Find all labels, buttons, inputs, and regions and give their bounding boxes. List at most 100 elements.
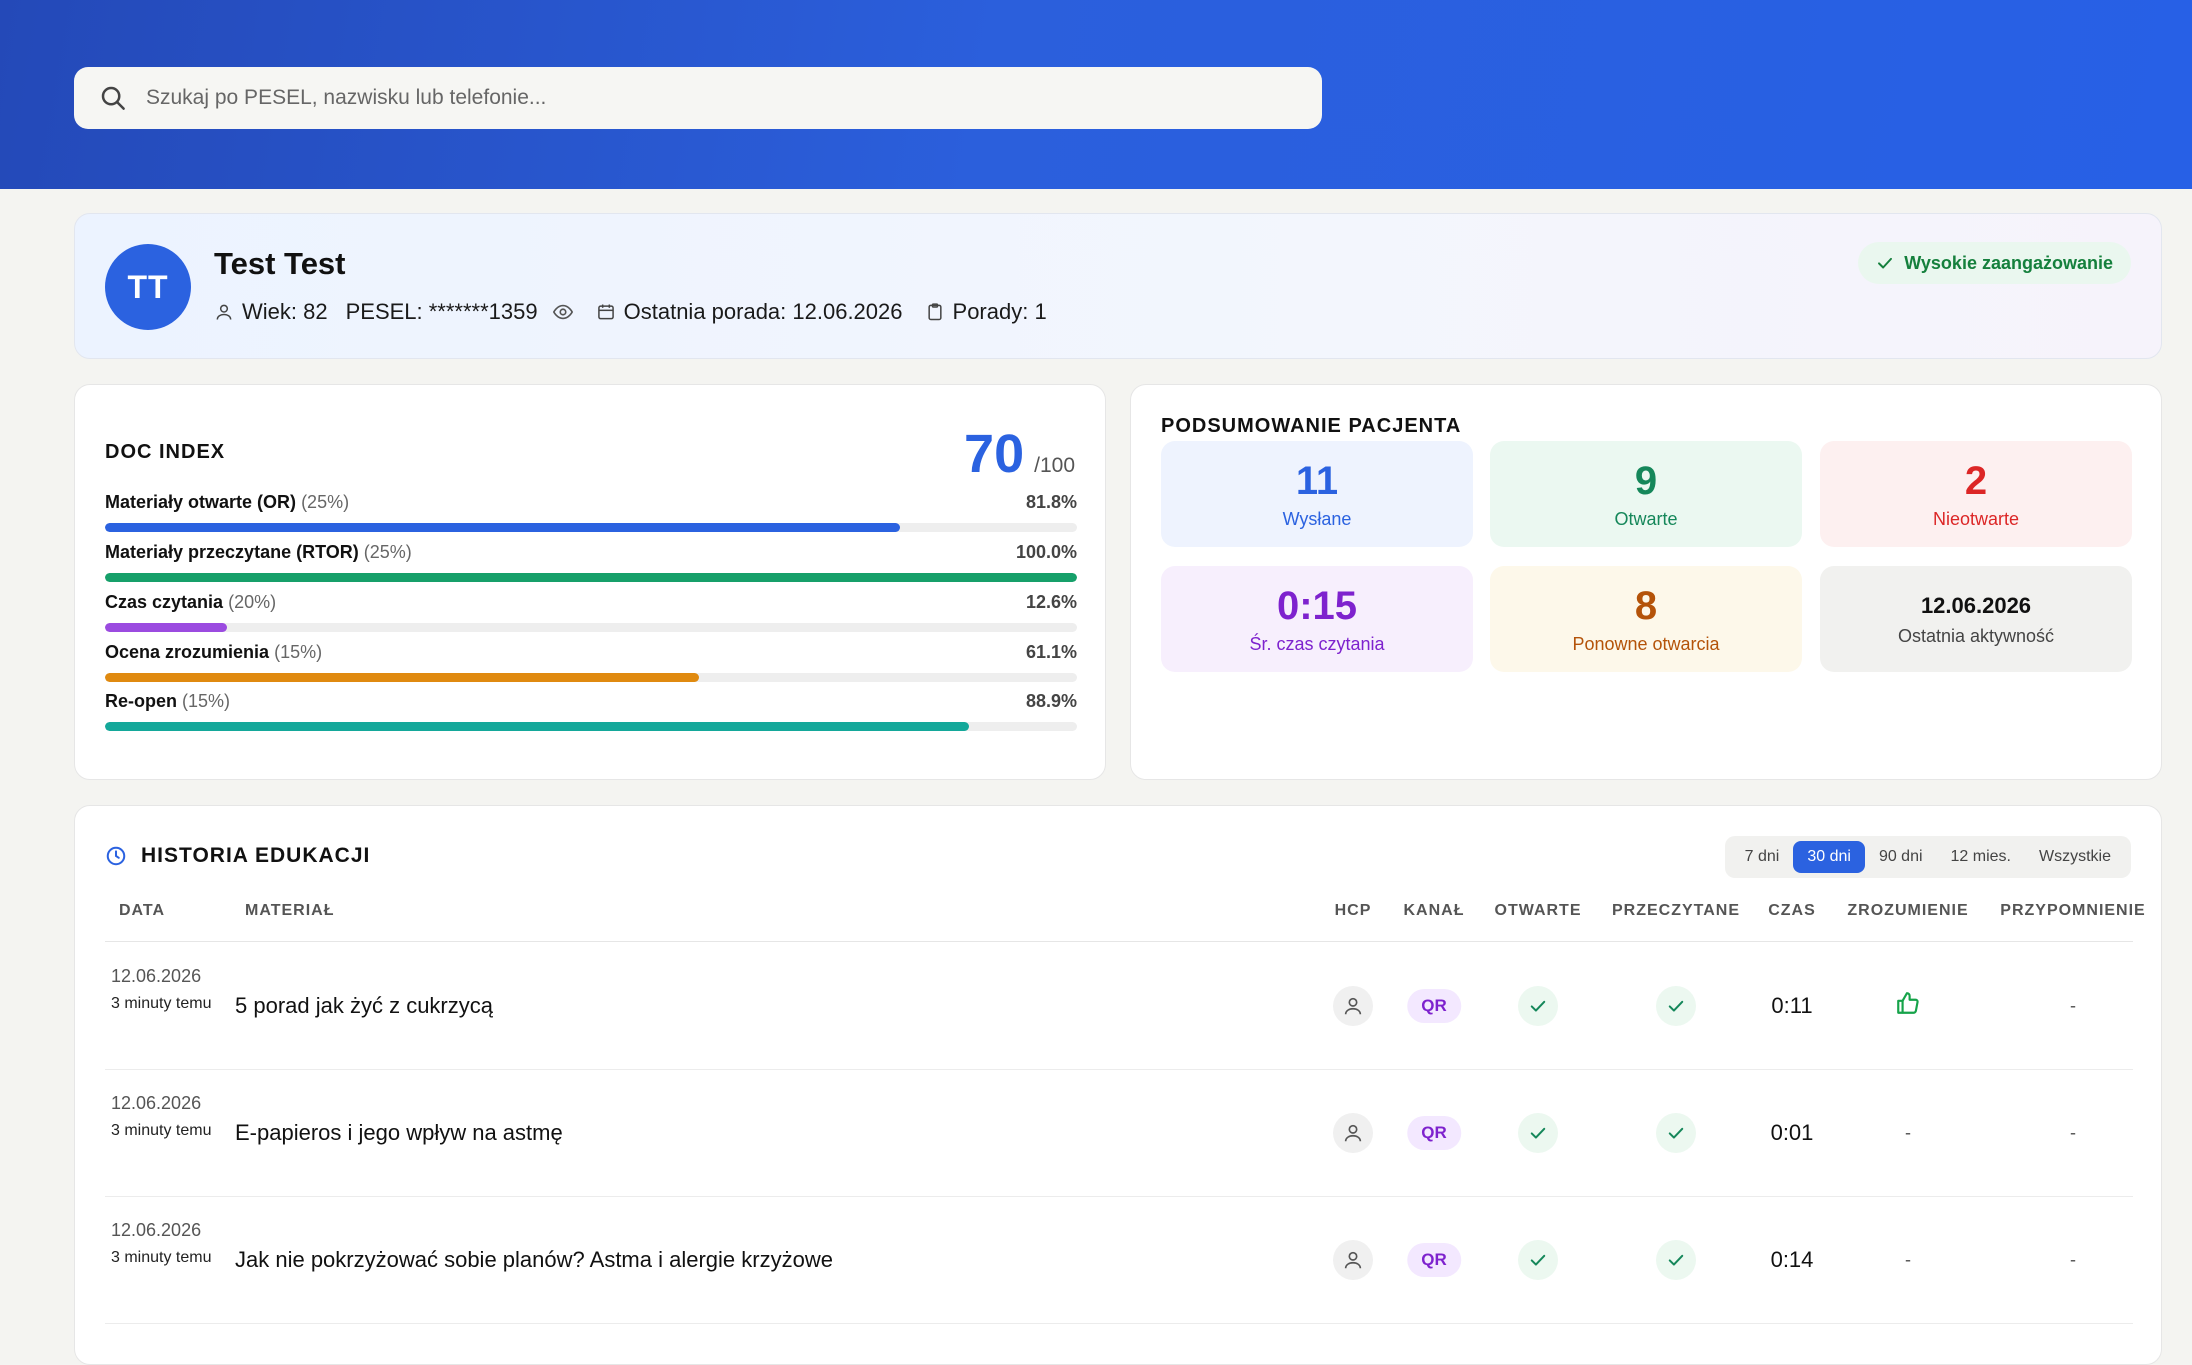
column-header: PRZYPOMNIENIE [2000, 902, 2146, 919]
metric-label: Czas czytania (20%) [105, 592, 277, 612]
filter-3[interactable]: 12 mies. [1937, 841, 2025, 873]
calendar-icon [597, 304, 614, 320]
advice-count-text: Porady: 1 [952, 299, 1047, 324]
summary-tile: 9 Otwarte [1490, 441, 1802, 547]
metric-label: Materiały przeczytane (RTOR) (25%) [105, 542, 412, 562]
column-header: MATERIAŁ [245, 902, 335, 919]
column-header: OTWARTE [1494, 902, 1582, 919]
material-title[interactable]: E-papieros i jego wpływ na astmę [235, 1120, 563, 1146]
age-info: Wiek: 82 [214, 299, 328, 325]
tile-value: 8 [1634, 583, 1658, 628]
relative-time: 3 minuty temu [111, 995, 212, 1012]
search-input[interactable] [146, 86, 1246, 110]
score-max: /100 [1034, 454, 1075, 477]
reading-time: 0:01 [1770, 1120, 1814, 1145]
check-icon [1530, 1127, 1546, 1139]
reminder-cell: - [2070, 1249, 2076, 1270]
table-row[interactable]: 12.06.2026 3 minuty temu Jak nie pokrzyżow… [105, 1197, 2133, 1324]
row-date: 12.06.2026 3 minuty temu [111, 1217, 221, 1271]
metric-progress-fill [105, 673, 699, 682]
metric-progress-fill [105, 523, 901, 532]
metric-progress-fill [105, 722, 970, 731]
metric-weight: (15%) [274, 642, 323, 662]
search-icon [101, 86, 125, 110]
understanding-cell: - [1905, 1249, 1911, 1270]
column-header: DATA [119, 902, 166, 919]
tile-value: 0:15 [1276, 583, 1358, 628]
summary-tile: 2 Nieotwarte [1820, 441, 2132, 547]
column-header: HCP [1334, 902, 1372, 919]
metric-progress-fill [105, 623, 228, 632]
metric-progress-bar [105, 673, 1077, 682]
channel-badge: QR [1407, 1116, 1461, 1150]
metric-label: Materiały otwarte (OR) (25%) [105, 492, 350, 512]
reading-time: 0:14 [1770, 1247, 1814, 1272]
filter-1[interactable]: 30 dni [1793, 841, 1865, 873]
search-bar[interactable] [74, 67, 1322, 129]
tile-label: Ponowne otwarcia [1572, 633, 1720, 654]
metric-progress-bar [105, 722, 1077, 731]
tile-value: 9 [1634, 458, 1658, 503]
metric-value: 100.0% [1015, 542, 1077, 562]
metric-value: 81.8% [1025, 492, 1077, 512]
tile-value: 2 [1964, 458, 1988, 503]
tile-label: Śr. czas czytania [1249, 633, 1385, 654]
filter-4[interactable]: Wszystkie [2025, 841, 2125, 873]
period-filter: 7 dni 30 dni 90 dni 12 mies. Wszystkie [1724, 836, 2131, 878]
hcp-avatar [1333, 1240, 1373, 1280]
last-advice-info: Ostatnia porada: 12.06.2026 [596, 299, 903, 325]
material-title[interactable]: Jak nie pokrzyżować sobie planów? Astma … [235, 1247, 833, 1273]
table-header: DATA MATERIAŁ HCP KANAŁ OTWARTE PRZECZYTANE CZ… [105, 902, 2145, 942]
doc-index-card: DOC INDEX 70 /100 Materiały otwarte (OR)… [74, 384, 1106, 780]
check-icon [1668, 1254, 1684, 1266]
tile-value: 12.06.2026 [1920, 592, 2032, 618]
filter-0[interactable]: 7 dni [1731, 841, 1794, 873]
metric-label: Re-open (15%) [105, 691, 231, 711]
material-title[interactable]: 5 porad jak żyć z cukrzycą [235, 993, 493, 1019]
filter-2[interactable]: 90 dni [1865, 841, 1937, 873]
clock-icon [106, 846, 126, 866]
channel-badge: QR [1407, 989, 1461, 1023]
understanding-cell: - [1905, 1122, 1911, 1143]
tile-label: Wysłane [1282, 508, 1352, 529]
date-value: 12.06.2026 [111, 1093, 202, 1113]
summary-title: PODSUMOWANIE PACJENTA [1161, 415, 1462, 437]
patient-name: Test Test [214, 246, 346, 281]
relative-time: 3 minuty temu [111, 1249, 212, 1266]
summary-tile: 11 Wysłane [1161, 441, 1473, 547]
metric-progress-bar [105, 523, 1077, 532]
opened-status [1518, 1240, 1558, 1280]
doc-index-score: 70 /100 [964, 423, 1075, 485]
hcp-avatar [1333, 986, 1373, 1026]
tile-label: Otwarte [1614, 508, 1678, 529]
reminder-cell: - [2070, 1122, 2076, 1143]
user-icon [1344, 1124, 1362, 1142]
tile-label: Nieotwarte [1932, 508, 2020, 529]
column-header: PRZECZYTANE [1611, 902, 1741, 919]
metric-weight: (15%) [182, 691, 231, 711]
metric-label: Ocena zrozumienia (15%) [105, 642, 323, 662]
education-history-card: HISTORIA EDUKACJI 7 dni 30 dni 90 dni 12 mi… [74, 805, 2162, 1365]
last-advice-text: Ostatnia porada: 12.06.2026 [623, 299, 903, 324]
read-status [1656, 986, 1696, 1026]
advice-count-info: Porady: 1 [925, 299, 1047, 325]
patient-meta: Wiek: 82 PESEL: *******1359 Ostatnia por… [214, 299, 1047, 325]
metric-progress-bar [105, 573, 1077, 582]
eye-icon[interactable] [552, 301, 574, 323]
date-value: 12.06.2026 [111, 966, 202, 986]
tile-label: Ostatnia aktywność [1897, 625, 2055, 646]
thumb-up-icon [1897, 992, 1919, 1014]
metric-row: Ocena zrozumienia (15%) 61.1% [105, 642, 1077, 682]
table-row[interactable]: 12.06.2026 3 minuty temu E-papieros i jego… [105, 1070, 2133, 1197]
metric-row: Re-open (15%) 88.9% [105, 691, 1077, 731]
metric-weight: (25%) [301, 492, 350, 512]
table-row[interactable]: 12.06.2026 3 minuty temu 5 porad jak żyć z… [105, 943, 2133, 1070]
reading-time: 0:11 [1771, 993, 1813, 1018]
reminder-cell: - [2070, 995, 2076, 1016]
read-status [1656, 1240, 1696, 1280]
metric-value: 88.9% [1025, 691, 1077, 711]
history-title-text: HISTORIA EDUKACJI [141, 844, 371, 867]
check-icon [1530, 1254, 1546, 1266]
channel-badge: QR [1407, 1243, 1461, 1277]
metric-row: Czas czytania (20%) 12.6% [105, 592, 1077, 632]
